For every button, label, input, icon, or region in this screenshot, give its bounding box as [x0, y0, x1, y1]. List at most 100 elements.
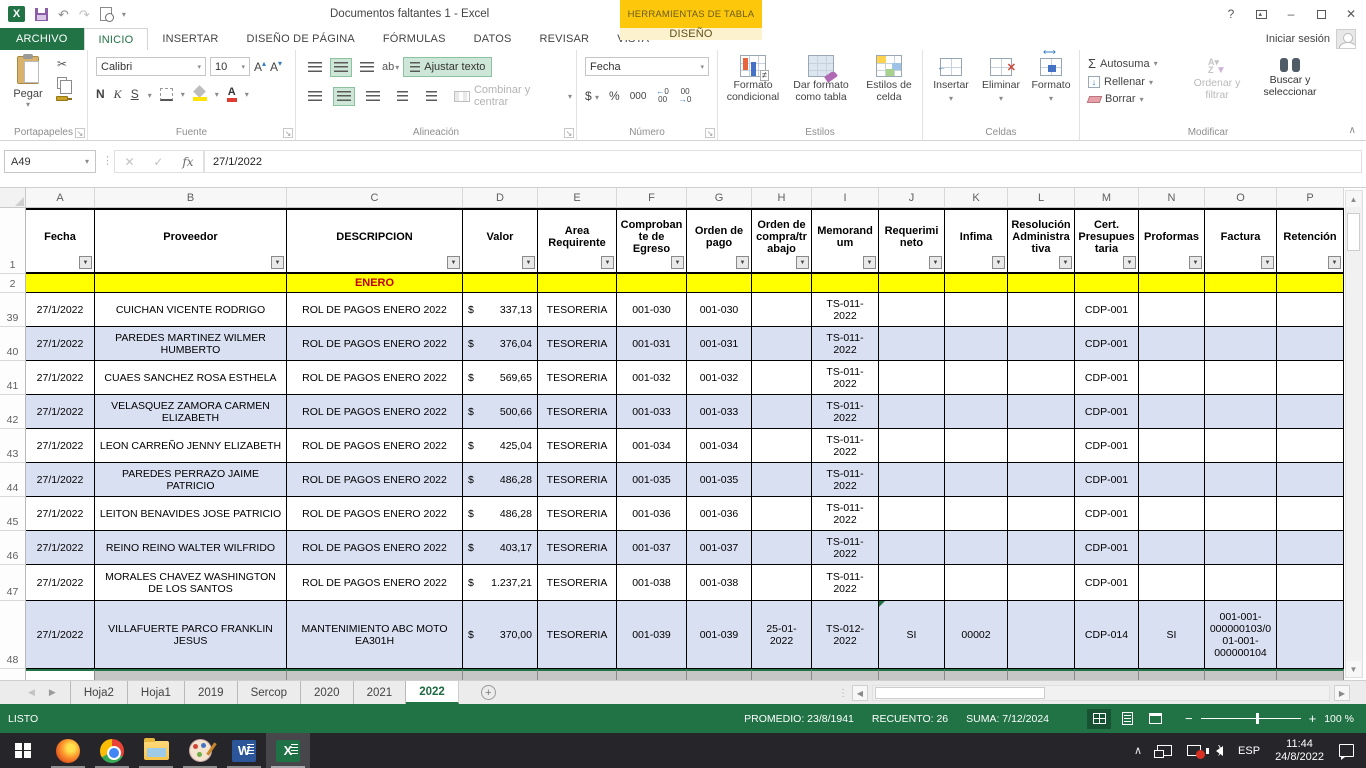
cell-K42[interactable] [945, 395, 1008, 429]
cell-H44[interactable] [752, 463, 812, 497]
column-header-J[interactable]: J [879, 188, 945, 208]
cell-C46[interactable]: ROL DE PAGOS ENERO 2022 [287, 531, 463, 565]
redo-icon[interactable]: ↷ [79, 8, 90, 21]
cell-F44[interactable]: 001-035 [617, 463, 687, 497]
format-as-table-button[interactable]: Dar formato como tabla [788, 55, 854, 103]
taskbar-app-file-explorer[interactable] [134, 733, 178, 768]
name-box[interactable]: A49 ▾ [4, 150, 96, 173]
scroll-right-icon[interactable]: ▶ [1334, 685, 1350, 701]
zoom-slider[interactable] [1201, 718, 1301, 719]
column-header-A[interactable]: A [26, 188, 95, 208]
column-header-E[interactable]: E [538, 188, 617, 208]
insert-cells-button[interactable]: Insertar ▾ [927, 58, 975, 103]
font-color-icon[interactable]: A [227, 86, 237, 102]
filter-button[interactable]: ▼ [796, 256, 809, 269]
filter-button[interactable]: ▼ [1123, 256, 1136, 269]
paste-button[interactable]: Pegar ▾ [6, 56, 50, 122]
column-header-G[interactable]: G [687, 188, 752, 208]
insert-function-icon[interactable]: fx [182, 155, 193, 169]
column-header-D[interactable]: D [463, 188, 538, 208]
month-cell-D[interactable] [463, 274, 538, 293]
cell-D39[interactable]: $337,13 [463, 293, 538, 327]
cell-B44[interactable]: PAREDES PERRAZO JAIME PATRICIO [95, 463, 287, 497]
cell-O43[interactable] [1205, 429, 1277, 463]
scroll-down-icon[interactable]: ▼ [1346, 661, 1361, 677]
action-center-icon[interactable] [1339, 744, 1354, 757]
cell-I42[interactable]: TS-011-2022 [812, 395, 879, 429]
cell-O44[interactable] [1205, 463, 1277, 497]
column-header-F[interactable]: F [617, 188, 687, 208]
decrease-font-icon[interactable]: A▾ [270, 59, 282, 74]
increase-decimal-icon[interactable]: ←000 [656, 88, 668, 104]
cell-C48[interactable]: MANTENIMIENTO ABC MOTO EA301H [287, 601, 463, 669]
decrease-decimal-icon[interactable]: 00→0 [679, 88, 691, 104]
cell-G46[interactable]: 001-037 [687, 531, 752, 565]
cell-O45[interactable] [1205, 497, 1277, 531]
cell-H40[interactable] [752, 327, 812, 361]
align-middle-icon[interactable] [330, 58, 352, 77]
cell-I40[interactable]: TS-011-2022 [812, 327, 879, 361]
cell-M45[interactable]: CDP-001 [1075, 497, 1139, 531]
cell-N45[interactable] [1139, 497, 1205, 531]
header-cell-C[interactable]: DESCRIPCION▼ [287, 208, 463, 274]
column-header-P[interactable]: P [1277, 188, 1344, 208]
horizontal-scrollbar[interactable]: ⋮ ◀ ▶ [838, 684, 1350, 702]
cell-O47[interactable] [1205, 565, 1277, 601]
cell-P42[interactable] [1277, 395, 1344, 429]
italic-button[interactable]: K [114, 87, 122, 102]
row-number[interactable]: 39 [0, 293, 26, 327]
cell-B43[interactable]: LEON CARREÑO JENNY ELIZABETH [95, 429, 287, 463]
cell-F48[interactable]: 001-039 [617, 601, 687, 669]
month-cell-J[interactable] [879, 274, 945, 293]
cell-E43[interactable]: TESORERIA [538, 429, 617, 463]
cell-O40[interactable] [1205, 327, 1277, 361]
cell-A47[interactable]: 27/1/2022 [26, 565, 95, 601]
sheet-tab-2020[interactable]: 2020 [301, 681, 354, 704]
page-layout-view-icon[interactable] [1115, 709, 1139, 729]
align-left-icon[interactable] [304, 87, 325, 106]
clear-button[interactable]: Borrar ▾ [1088, 93, 1158, 105]
cell-D48[interactable]: $370,00 [463, 601, 538, 669]
sheet-tab-sercop[interactable]: Sercop [238, 681, 301, 704]
cell-P48[interactable] [1277, 601, 1344, 669]
filter-button[interactable]: ▼ [929, 256, 942, 269]
cell-E41[interactable]: TESORERIA [538, 361, 617, 395]
cell-M48[interactable]: CDP-014 [1075, 601, 1139, 669]
autosum-button[interactable]: Σ Autosuma ▾ [1088, 56, 1158, 71]
currency-icon[interactable]: $ ▾ [585, 89, 599, 103]
cell-B41[interactable]: CUAES SANCHEZ ROSA ESTHELA [95, 361, 287, 395]
cell-E48[interactable]: TESORERIA [538, 601, 617, 669]
enter-icon[interactable]: ✓ [153, 155, 163, 169]
format-painter-icon[interactable] [56, 96, 68, 101]
cell-F39[interactable]: 001-030 [617, 293, 687, 327]
cell-J47[interactable] [879, 565, 945, 601]
cell-K41[interactable] [945, 361, 1008, 395]
cell-L40[interactable] [1008, 327, 1075, 361]
cell-P47[interactable] [1277, 565, 1344, 601]
cell-M41[interactable]: CDP-001 [1075, 361, 1139, 395]
tray-expand-icon[interactable]: ∧ [1134, 744, 1142, 757]
cell-L42[interactable] [1008, 395, 1075, 429]
cell-H43[interactable] [752, 429, 812, 463]
cell-E44[interactable]: TESORERIA [538, 463, 617, 497]
month-cell-N[interactable] [1139, 274, 1205, 293]
column-header-O[interactable]: O [1205, 188, 1277, 208]
header-cell-D[interactable]: Valor▼ [463, 208, 538, 274]
cell-E42[interactable]: TESORERIA [538, 395, 617, 429]
row-number[interactable]: 48 [0, 601, 26, 669]
taskbar-app-paint[interactable] [178, 733, 222, 768]
cell-N44[interactable] [1139, 463, 1205, 497]
cell-K44[interactable] [945, 463, 1008, 497]
month-cell-M[interactable] [1075, 274, 1139, 293]
borders-icon[interactable] [160, 88, 173, 101]
font-name-select[interactable]: Calibri▾ [96, 57, 206, 76]
cell-B39[interactable]: CUICHAN VICENTE RODRIGO [95, 293, 287, 327]
tab-diseño-de-página[interactable]: DISEÑO DE PÁGINA [233, 28, 369, 50]
filter-button[interactable]: ▼ [671, 256, 684, 269]
tab-archivo[interactable]: ARCHIVO [0, 28, 84, 50]
cell-D47[interactable]: $1.237,21 [463, 565, 538, 601]
increase-indent-icon[interactable] [421, 87, 442, 106]
clipboard-dialog-launcher[interactable]: ↘ [75, 128, 85, 138]
cell-D43[interactable]: $425,04 [463, 429, 538, 463]
sort-filter-button[interactable]: A▾Z ▼ Ordenar y filtrar [1185, 58, 1249, 101]
